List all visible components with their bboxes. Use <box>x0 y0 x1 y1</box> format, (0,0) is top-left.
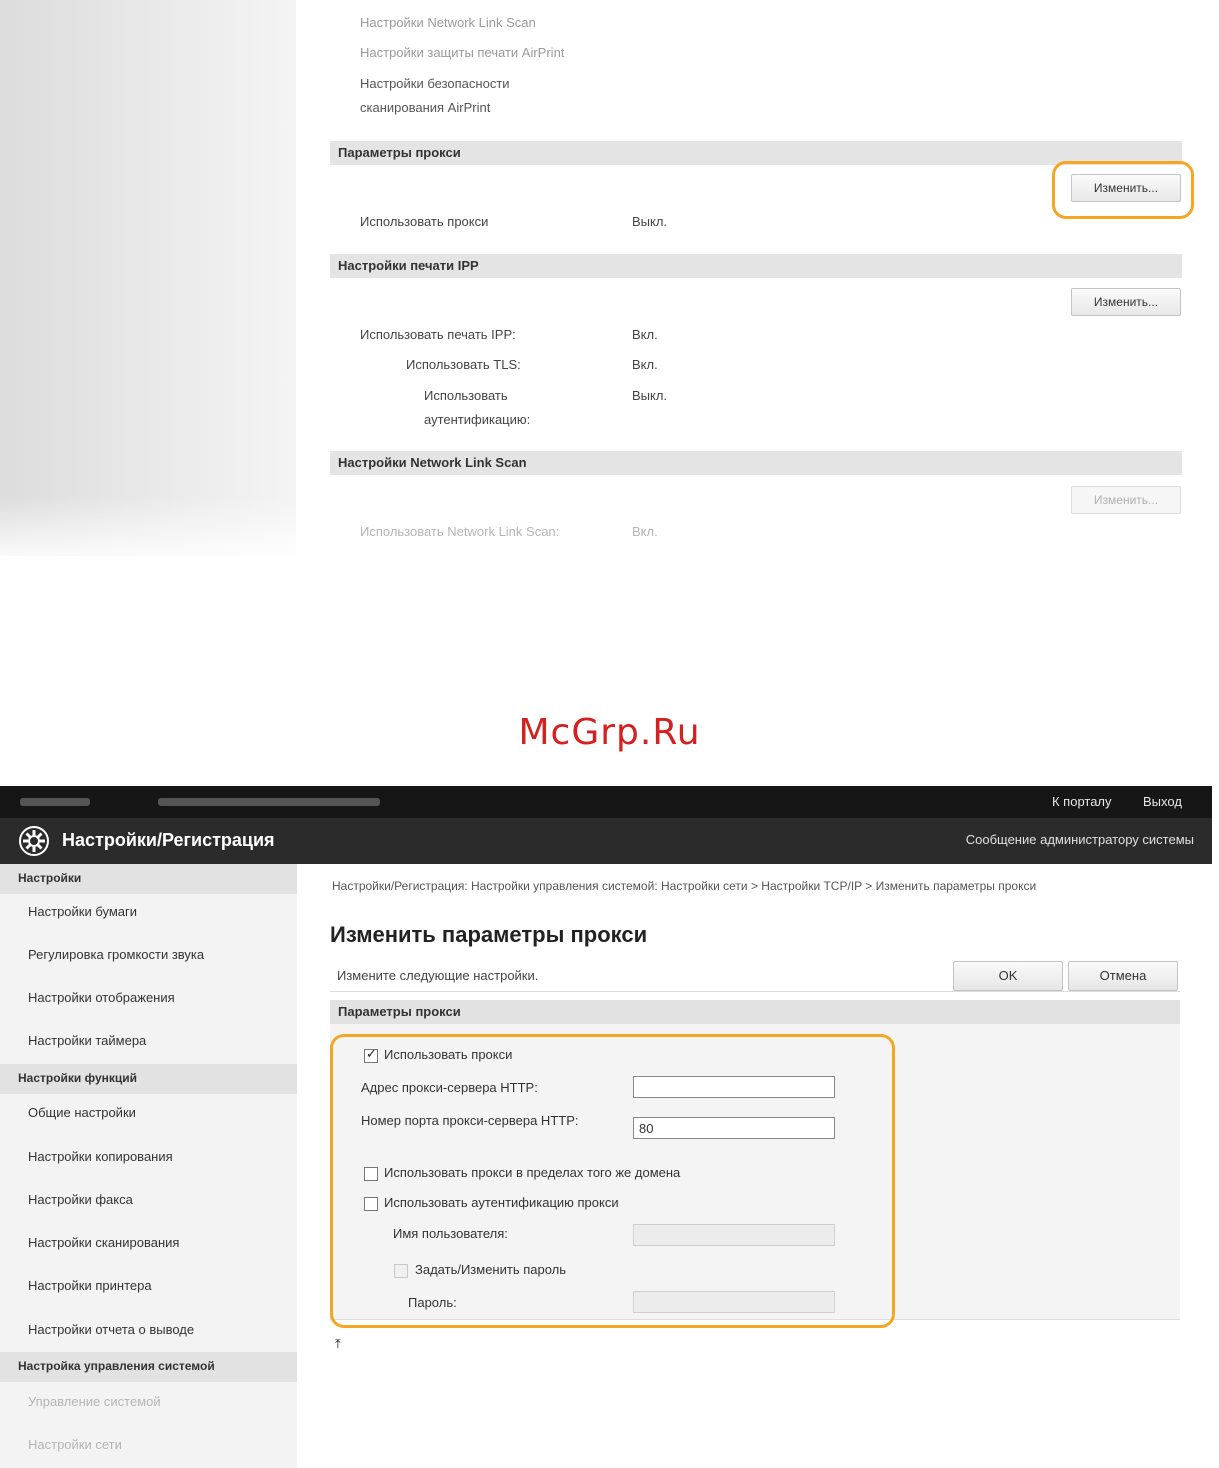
sidebar-item-scan[interactable]: Настройки сканирования <box>28 1235 179 1250</box>
top-bar: К порталу Выход <box>0 786 1212 818</box>
use-tls-label: Использовать TLS: <box>406 357 521 372</box>
use-proxy-label: Использовать прокси <box>360 214 489 229</box>
watermark: McGrp.Ru <box>518 712 701 753</box>
sidebar-item-network[interactable]: Настройки сети <box>28 1437 122 1452</box>
proxy-section-header: Параметры прокси <box>330 1000 1180 1024</box>
use-nls-value: Вкл. <box>632 524 658 539</box>
use-auth-label-line2: аутентификацию: <box>424 412 531 427</box>
top-sidebar <box>0 0 296 556</box>
section-ipp-print: Настройки печати IPP <box>330 254 1182 278</box>
breadcrumb: Настройки/Регистрация: Настройки управле… <box>332 879 1037 893</box>
page-title: Изменить параметры прокси <box>330 922 648 947</box>
app-title: Настройки/Регистрация <box>62 830 275 850</box>
use-tls-value: Вкл. <box>632 357 658 372</box>
sidebar-item-printer[interactable]: Настройки принтера <box>28 1278 152 1293</box>
blurred-device-name <box>20 798 90 806</box>
sidebar-category-functions: Настройки функций <box>0 1064 297 1094</box>
use-proxy-value: Выкл. <box>632 214 668 229</box>
sidebar-item-system-management[interactable]: Управление системой <box>28 1394 161 1409</box>
link-airprint-scan-security-line2[interactable]: сканирования AirPrint <box>360 100 490 115</box>
sidebar: Настройки Настройки бумаги Регулировка г… <box>0 864 297 1468</box>
highlight-frame-form <box>330 1034 895 1328</box>
ok-button[interactable]: OK <box>953 961 1063 991</box>
settings-gear-icon <box>19 826 49 856</box>
sidebar-item-paper[interactable]: Настройки бумаги <box>28 904 137 919</box>
link-airprint-print-protection[interactable]: Настройки защиты печати AirPrint <box>360 45 564 60</box>
sidebar-item-timer[interactable]: Настройки таймера <box>28 1033 146 1048</box>
back-to-top-icon[interactable]: ⤒ <box>335 1337 341 1352</box>
instruction-text: Измените следующие настройки. <box>337 968 539 983</box>
use-auth-value: Выкл. <box>632 388 668 403</box>
sidebar-item-volume[interactable]: Регулировка громкости звука <box>28 947 204 962</box>
use-ipp-value: Вкл. <box>632 327 658 342</box>
portal-link[interactable]: К порталу <box>1052 794 1112 809</box>
logout-link[interactable]: Выход <box>1143 794 1182 809</box>
main-content: Настройки/Регистрация: Настройки управле… <box>297 864 1212 1468</box>
sidebar-item-copy[interactable]: Настройки копирования <box>28 1149 173 1164</box>
blurred-model-name <box>158 798 380 806</box>
sidebar-category-system-management: Настройка управления системой <box>0 1352 297 1382</box>
proxy-edit-button[interactable]: Изменить... <box>1071 174 1181 202</box>
admin-message-link[interactable]: Сообщение администратору системы <box>966 832 1194 847</box>
app-header: Настройки/Регистрация Сообщение админист… <box>0 818 1212 864</box>
sidebar-item-fax[interactable]: Настройки факса <box>28 1192 133 1207</box>
use-ipp-label: Использовать печать IPP: <box>360 327 516 342</box>
sidebar-category-settings: Настройки <box>0 864 297 894</box>
sidebar-item-display[interactable]: Настройки отображения <box>28 990 175 1005</box>
sidebar-item-general[interactable]: Общие настройки <box>28 1105 136 1120</box>
section-proxy-params: Параметры прокси <box>330 141 1182 165</box>
sidebar-item-output-report[interactable]: Настройки отчета о выводе <box>28 1322 194 1337</box>
nls-edit-button[interactable]: Изменить... <box>1071 486 1181 514</box>
bottom-screenshot: К порталу Выход Настройки/Регистрация Со… <box>0 786 1212 1468</box>
top-screenshot: Настройки Network Link Scan Настройки за… <box>0 0 1219 556</box>
link-airprint-scan-security-line1[interactable]: Настройки безопасности <box>360 76 510 91</box>
ipp-edit-button[interactable]: Изменить... <box>1071 288 1181 316</box>
link-network-link-scan-settings[interactable]: Настройки Network Link Scan <box>360 15 536 30</box>
section-network-link-scan: Настройки Network Link Scan <box>330 451 1182 475</box>
use-auth-label-line1: Использовать <box>424 388 508 403</box>
use-nls-label: Использовать Network Link Scan: <box>360 524 560 539</box>
cancel-button[interactable]: Отмена <box>1068 961 1178 991</box>
